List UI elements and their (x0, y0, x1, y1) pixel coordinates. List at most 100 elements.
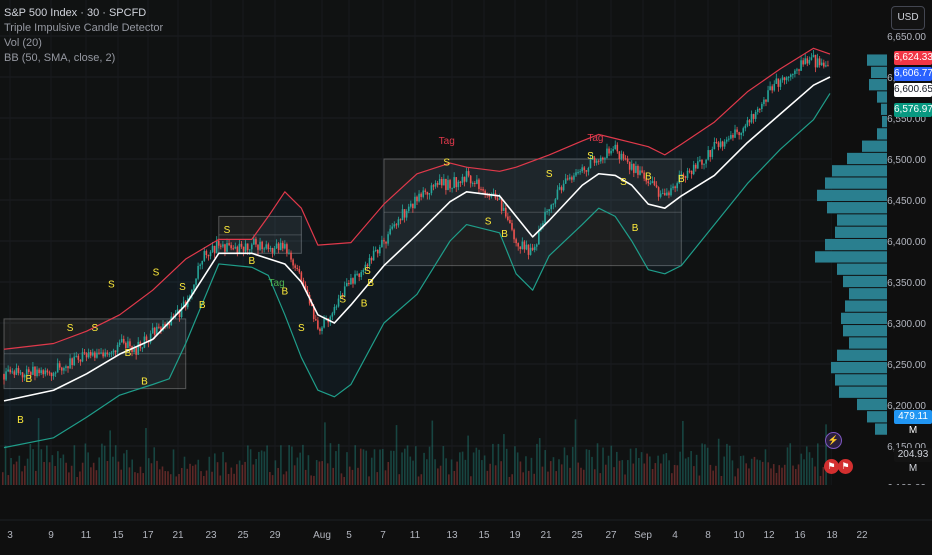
volume-bar (263, 451, 266, 485)
x-tick-label: 3 (7, 530, 13, 541)
volume-bar (395, 425, 398, 485)
volume-bar (379, 449, 381, 485)
volume-bar (37, 418, 40, 485)
volume-bar (2, 472, 4, 485)
volume-bar (216, 462, 219, 485)
volume-bar (544, 450, 547, 485)
indicator-label-volume[interactable]: Vol (20) (4, 36, 163, 51)
candle-body (15, 368, 18, 375)
volume-bar (794, 469, 797, 485)
candle-body (36, 369, 38, 377)
flag-icon-2[interactable]: ⚑ (838, 459, 853, 474)
candle-body (67, 366, 69, 369)
candle-body (205, 251, 208, 256)
candle-body (573, 175, 575, 180)
volume-bar (574, 419, 577, 485)
candle-body (703, 163, 705, 165)
volume-bar (503, 434, 505, 485)
volume-bar (346, 452, 348, 485)
volume-bar (695, 454, 698, 485)
candle-body (234, 246, 237, 249)
volume-bar (79, 471, 81, 485)
candle-body (789, 74, 792, 77)
chart-root[interactable]: B B S S B B S S S B S B B S S B B S S S B S S S B B B Tag Tag Tag 6,65… (0, 0, 932, 550)
candle-body (108, 353, 111, 355)
candle-body (116, 344, 119, 353)
candle-body (711, 149, 714, 157)
indicator-label-bollinger[interactable]: BB (50, SMA, close, 2) (4, 51, 163, 66)
candle-body (352, 278, 354, 284)
volume-bar (618, 460, 621, 485)
candle-body (798, 69, 800, 71)
candle-body (3, 373, 5, 380)
candle-body (38, 369, 40, 374)
volume-bar (640, 452, 643, 485)
candle-body (581, 167, 583, 172)
volume-bar (682, 420, 684, 485)
volume-bar (95, 470, 98, 485)
candle-body (653, 181, 656, 186)
x-tick-label: 9 (48, 530, 54, 541)
symbol-title[interactable]: S&P 500 Index · 30 · SPCFD (4, 6, 163, 21)
volume-bar (98, 457, 100, 485)
candle-body (707, 150, 709, 160)
candle-body (595, 160, 598, 163)
volume-bar (387, 462, 390, 485)
volume-bar (269, 472, 271, 485)
y-tick-label: 6,350.00 (887, 278, 926, 289)
volume-bar (114, 445, 117, 485)
volume-bar (359, 448, 362, 485)
candle-body (769, 86, 771, 91)
candle-body (416, 196, 418, 202)
candle-body (137, 341, 140, 355)
volume-bar (282, 474, 285, 485)
volume-bar (26, 458, 29, 485)
price-tag-high: 6,624.33 (894, 51, 932, 65)
indicator-label-triple-impulsive[interactable]: Triple Impulsive Candle Detector (4, 21, 163, 36)
candle-body (610, 150, 612, 154)
candle-body (354, 274, 356, 284)
candle-body (736, 129, 738, 133)
candle-body (723, 141, 726, 147)
candle-body (771, 86, 773, 91)
volume-bar (786, 447, 789, 485)
flag-icon[interactable]: ⚑ (824, 459, 839, 474)
candle-body (158, 326, 160, 328)
volume-bar (541, 466, 544, 485)
lightning-icon[interactable]: ⚡ (825, 432, 842, 449)
candle-body (818, 58, 821, 66)
volume-bar (87, 452, 89, 485)
chart-svg[interactable]: BBS SBBSSSBSBBSS BBSSSBSSSBB BTagTag Tag6,65… (0, 0, 932, 550)
y-tick-label: 6,250.00 (887, 360, 926, 371)
candle-body (616, 144, 619, 152)
volume-bar (208, 456, 211, 485)
candle-body (73, 356, 76, 366)
candle-body (153, 327, 156, 336)
candle-body (389, 228, 391, 235)
candle-body (531, 247, 534, 251)
volume-bar (197, 459, 200, 485)
candle-body (350, 278, 352, 285)
x-tick-label: 21 (540, 530, 552, 541)
volume-profile-bar (843, 325, 887, 337)
currency-button[interactable]: USD (891, 6, 925, 30)
volume-bar (128, 467, 131, 485)
x-tick-label: 15 (112, 530, 124, 541)
candle-body (527, 244, 530, 255)
price-tag-last: 6,606.77 (894, 67, 932, 81)
volume-bar (131, 459, 134, 485)
candle-body (633, 163, 635, 173)
volume-bar (602, 447, 604, 485)
candle-body (315, 319, 317, 321)
volume-bar (571, 446, 574, 485)
candle-body (697, 161, 699, 169)
candle-body (649, 183, 652, 185)
candle-body (106, 352, 109, 355)
volume-bar (643, 463, 646, 485)
volume-tag-2: 204.93 M (894, 448, 932, 474)
candle-body (294, 265, 296, 268)
signal-marker-b: B (125, 348, 132, 359)
x-tick-label: 11 (410, 530, 421, 541)
volume-bar (125, 449, 128, 485)
volume-bar (406, 445, 409, 485)
